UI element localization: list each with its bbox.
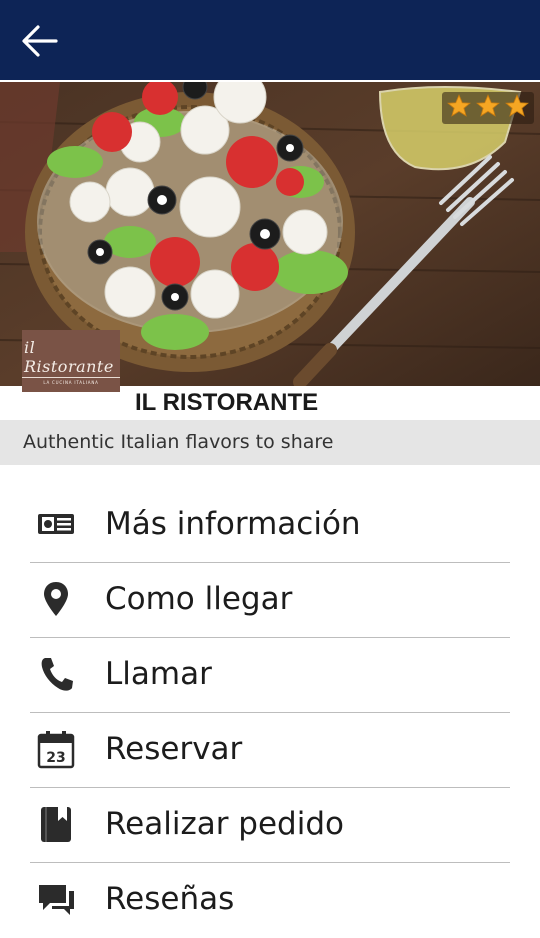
menu-item-label: Reservar: [105, 731, 243, 767]
menu-item-label: Reseñas: [105, 881, 235, 917]
menu-item-more-info[interactable]: Más información: [0, 488, 540, 563]
info-card-icon: [38, 514, 74, 534]
star-icon: [476, 94, 500, 117]
menu-item-call[interactable]: Llamar: [0, 638, 540, 713]
action-menu: Más información Como llegar Llamar 23 Re…: [0, 488, 540, 938]
menu-item-label: Como llegar: [105, 581, 293, 617]
menu-item-reserve[interactable]: 23 Reservar: [0, 713, 540, 788]
star-icon: [447, 94, 471, 117]
menu-item-order[interactable]: Realizar pedido: [0, 788, 540, 863]
restaurant-tagline: Authentic Italian flavors to share: [23, 431, 334, 453]
calendar-icon: 23: [37, 731, 75, 769]
menu-item-reviews[interactable]: Reseñas: [0, 863, 540, 938]
order-book-icon: [41, 807, 71, 842]
tagline-bar: Authentic Italian flavors to share: [0, 420, 540, 465]
phone-icon: [41, 658, 73, 691]
logo-subtext: LA CUCINA ITALIANA: [43, 379, 99, 385]
app-bar: [0, 0, 540, 80]
restaurant-name: IL RISTORANTE: [135, 389, 319, 416]
location-pin-icon: [44, 582, 68, 616]
star-icon: [505, 94, 529, 117]
menu-item-label: Llamar: [105, 656, 212, 692]
reviews-chat-icon: [39, 885, 74, 915]
rating-stars: [442, 92, 534, 124]
menu-item-label: Realizar pedido: [105, 806, 344, 842]
menu-item-label: Más información: [105, 506, 361, 542]
restaurant-logo: il Ristorante LA CUCINA ITALIANA: [22, 330, 120, 392]
logo-text: il Ristorante: [22, 338, 120, 378]
menu-item-directions[interactable]: Como llegar: [0, 563, 540, 638]
calendar-icon-day: 23: [46, 750, 65, 766]
arrow-left-icon[interactable]: [18, 20, 62, 62]
